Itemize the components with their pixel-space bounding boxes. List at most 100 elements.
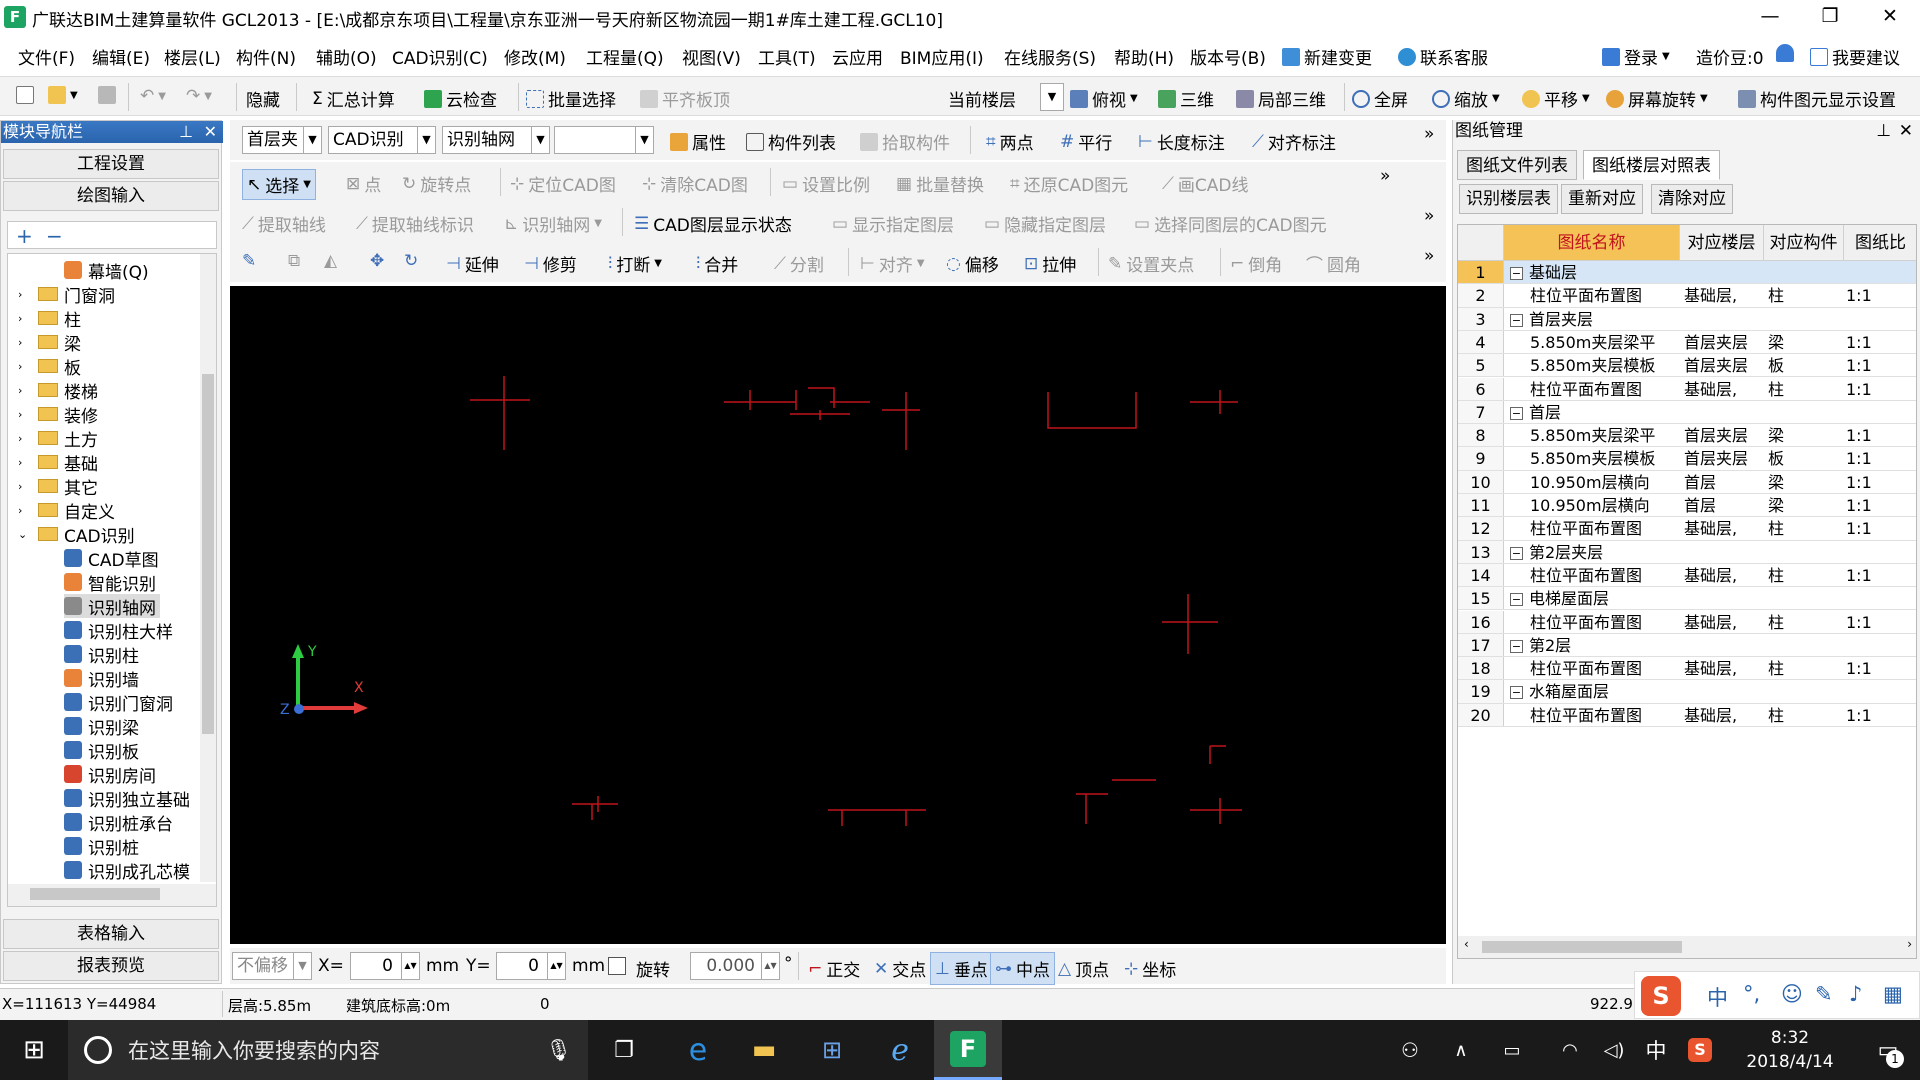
restore-cad-button[interactable]: ⌗ 还原CAD图元	[1010, 171, 1128, 197]
stretch-button[interactable]: ⊡ 拉伸	[1024, 251, 1076, 277]
mic-icon[interactable]: ♪	[1849, 982, 1862, 1006]
brush-icon[interactable]: ✎	[242, 251, 256, 271]
store-icon[interactable]: ⊞	[800, 1020, 864, 1080]
new-file-icon[interactable]	[16, 86, 34, 104]
redo-icon[interactable]: ↷ ▼	[186, 86, 212, 106]
align-button[interactable]: ⊢ 对齐 ▼	[860, 251, 925, 277]
tree-item[interactable]: › 梁	[18, 330, 81, 355]
table-group-row[interactable]: 15− 电梯屋面层	[1458, 587, 1916, 611]
cloud-check-button[interactable]: 云检查	[424, 86, 497, 111]
top-view-button[interactable]: 俯视 ▼	[1070, 86, 1138, 111]
current-floor-dropdown[interactable]: ▼	[1040, 83, 1064, 111]
tree-item[interactable]: › 自定义	[18, 498, 115, 523]
fullscreen-button[interactable]: 全屏	[1352, 86, 1408, 111]
offset-mode-combo[interactable]: 不偏移 ▼	[232, 952, 312, 980]
table-group-row[interactable]: 17− 第2层	[1458, 633, 1916, 658]
menu-quantity[interactable]: 工程量(Q)	[586, 44, 664, 69]
chevron-up-icon[interactable]: ∧	[1446, 1020, 1476, 1080]
select-button[interactable]: ↖ 选择 ▼	[242, 169, 316, 200]
rotate-icon[interactable]: ↻	[404, 251, 418, 271]
punctuation-icon[interactable]: °,	[1743, 982, 1760, 1006]
ie-browser-icon[interactable]: ℯ	[868, 1020, 932, 1080]
parallel-button[interactable]: # 平行	[1060, 129, 1112, 155]
mode-combo[interactable]: CAD识别 ▼	[328, 126, 436, 154]
table-group-row[interactable]: 3− 首层夹层	[1458, 307, 1916, 331]
microphone-icon[interactable]: 🎙	[545, 1038, 572, 1063]
column-header-name[interactable]: 图纸名称	[1504, 225, 1680, 261]
table-group-row[interactable]: 13− 第2层夹层	[1458, 540, 1916, 564]
tree-item[interactable]: › 装修	[18, 402, 98, 427]
hide-button[interactable]: 隐藏	[246, 86, 280, 111]
toolbar-more-button[interactable]: »	[1380, 166, 1390, 186]
table-row[interactable]: 11 10.950m层横向 首层 梁 1:1	[1458, 494, 1916, 518]
clear-mapping-button[interactable]: 清除对应	[1651, 184, 1733, 214]
extract-axis-button[interactable]: ⟋ 提取轴线	[242, 211, 326, 237]
vertex-button[interactable]: △ 顶点	[1058, 956, 1109, 982]
tree-item[interactable]: › 门窗洞	[18, 282, 115, 307]
collapse-icon[interactable]: −	[1510, 686, 1523, 700]
menu-component[interactable]: 构件(N)	[236, 44, 296, 69]
tree-item[interactable]: › 板	[18, 354, 81, 379]
break-button[interactable]: ⫶ 打断 ▼	[608, 251, 662, 277]
tree-item[interactable]: 智能识别	[64, 570, 156, 595]
ime-lang-label[interactable]: 中	[1707, 982, 1728, 1012]
menu-floor[interactable]: 楼层(L)	[164, 44, 221, 69]
draw-cad-line-button[interactable]: ⟋ 画CAD线	[1162, 171, 1249, 197]
tree-item[interactable]: ⌄ CAD识别	[18, 522, 135, 547]
pick-component-button[interactable]: 拾取构件	[860, 129, 950, 154]
batch-select-button[interactable]: 批量选择	[526, 86, 616, 111]
coordinate-button[interactable]: ⊹ 坐标	[1124, 956, 1176, 982]
y-input[interactable]: 0 ▲▼	[496, 952, 566, 980]
tree-item[interactable]: 识别墙	[64, 666, 139, 691]
x-input[interactable]: 0 ▲▼	[350, 952, 420, 980]
tree-item[interactable]: › 基础	[18, 450, 98, 475]
toolbar-more-button[interactable]: »	[1424, 206, 1434, 226]
glodon-app-taskbar-button[interactable]: F	[934, 1020, 1002, 1080]
tree-item[interactable]: 识别柱	[64, 642, 139, 667]
trim-button[interactable]: ⊣ 修剪	[524, 251, 577, 277]
tree-item[interactable]: › 其它	[18, 474, 98, 499]
tree-item[interactable]: 识别门窗洞	[64, 690, 173, 715]
table-row[interactable]: 20 柱位平面布置图 基础层, 柱 1:1	[1458, 703, 1916, 727]
column-header-floor[interactable]: 对应楼层	[1680, 225, 1764, 261]
grid-icon[interactable]: ▦	[1883, 982, 1903, 1006]
close-button[interactable]: ✕	[1860, 0, 1920, 34]
column-header-component[interactable]: 对应构件	[1764, 225, 1844, 261]
floor-combo[interactable]: 首层夹 ▼	[242, 126, 322, 154]
taskbar-ime-label[interactable]: 中	[1638, 1020, 1674, 1080]
report-preview-button[interactable]: 报表预览	[3, 951, 219, 981]
table-group-row[interactable]: 19− 水箱屋面层	[1458, 680, 1916, 704]
table-row[interactable]: 2 柱位平面布置图 基础层, 柱 1:1	[1458, 284, 1916, 308]
table-row[interactable]: 12 柱位平面布置图 基础层, 柱 1:1	[1458, 517, 1916, 541]
set-scale-button[interactable]: ▭ 设置比例	[782, 171, 870, 197]
tab-drawing-files[interactable]: 图纸文件列表	[1457, 150, 1577, 180]
table-group-row[interactable]: 7− 首层	[1458, 400, 1916, 425]
perpendicular-button[interactable]: ⊥ 垂点	[930, 952, 993, 985]
emoji-icon[interactable]: ☺	[1781, 982, 1803, 1006]
menu-file[interactable]: 文件(F)	[18, 44, 75, 69]
restore-button[interactable]: ❐	[1800, 0, 1860, 34]
fillet-button[interactable]: ⌒ 圆角	[1306, 251, 1361, 276]
tree-horizontal-scrollbar[interactable]	[8, 884, 216, 906]
table-row[interactable]: 14 柱位平面布置图 基础层, 柱 1:1	[1458, 563, 1916, 588]
file-explorer-icon[interactable]: ▬	[732, 1020, 796, 1080]
mirror-icon[interactable]: ◭	[324, 251, 337, 271]
show-layer-button[interactable]: ▭ 显示指定图层	[832, 211, 954, 237]
local-3d-button[interactable]: 局部三维	[1236, 86, 1326, 111]
pen-icon[interactable]: ✎	[1815, 982, 1833, 1006]
table-row[interactable]: 6 柱位平面布置图 基础层, 柱 1:1	[1458, 377, 1916, 401]
component-list-button[interactable]: 构件列表	[746, 129, 836, 154]
extract-axis-label-button[interactable]: ⟋ 提取轴线标识	[356, 211, 474, 237]
clear-cad-button[interactable]: ⊹ 清除CAD图	[642, 171, 748, 197]
task-view-icon[interactable]: ❐	[596, 1020, 652, 1080]
screen-rotate-button[interactable]: 屏幕旋转 ▼	[1606, 86, 1708, 111]
menu-cad[interactable]: CAD识别(C)	[392, 44, 488, 69]
bell-icon[interactable]	[1776, 44, 1794, 67]
new-change-button[interactable]: 新建变更	[1282, 44, 1372, 69]
table-row[interactable]: 8 5.850m夹层梁平 首层夹层梁 1:1	[1458, 424, 1916, 448]
sub-combo[interactable]: 识别轴网 ▼	[442, 126, 550, 154]
offset-button[interactable]: ◌ 偏移	[946, 251, 999, 277]
menu-bim[interactable]: BIM应用(I)	[900, 44, 984, 69]
set-grip-button[interactable]: ✎ 设置夹点	[1108, 251, 1194, 277]
point-button[interactable]: ⊠ 点	[346, 171, 381, 197]
